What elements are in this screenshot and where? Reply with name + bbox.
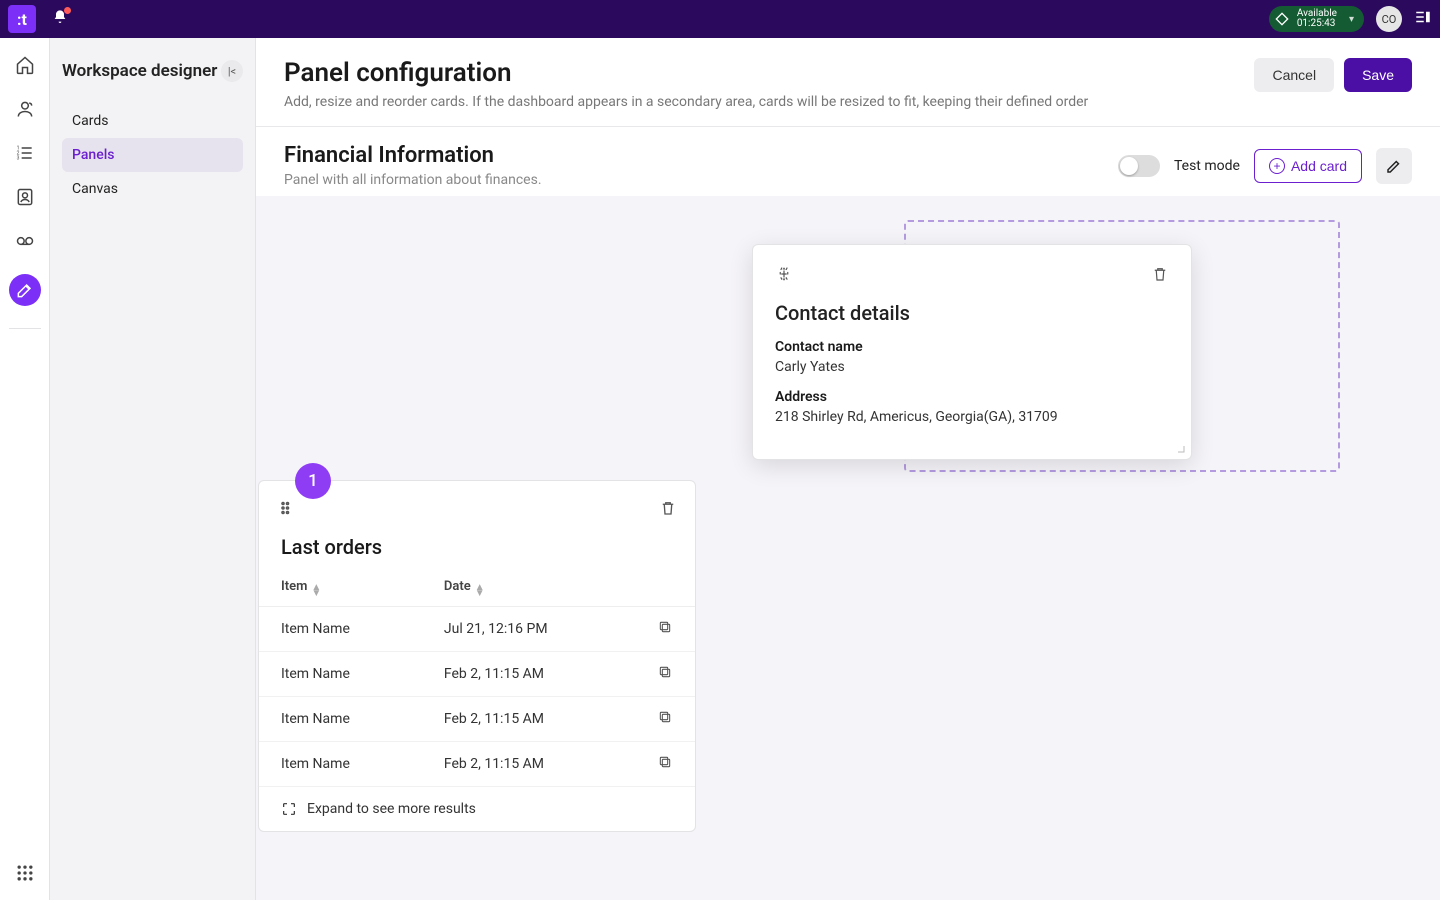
drag-handle-icon[interactable]: [277, 499, 295, 521]
user-avatar[interactable]: CO: [1376, 6, 1402, 32]
save-button[interactable]: Save: [1344, 58, 1412, 92]
apps-grid-icon[interactable]: [14, 862, 36, 884]
status-timer: 01:25:43: [1297, 19, 1337, 29]
status-diamond-icon: [1273, 10, 1291, 28]
copy-row-icon[interactable]: [635, 697, 695, 742]
contact-address-value: 218 Shirley Rd, Americus, Georgia(GA), 3…: [775, 409, 1169, 425]
sidebar-item-cards[interactable]: Cards: [62, 104, 243, 138]
cell-date: Jul 21, 12:16 PM: [422, 607, 635, 652]
home-icon[interactable]: [14, 54, 36, 76]
sidebar-title: Workspace designer: [62, 61, 217, 81]
add-card-button[interactable]: + Add card: [1254, 149, 1362, 183]
sidebar: Workspace designer |< Cards Panels Canva…: [50, 38, 256, 900]
cell-date: Feb 2, 11:15 AM: [422, 652, 635, 697]
contact-address-label: Address: [775, 389, 1169, 405]
last-orders-card[interactable]: 1 Last orders Item▲▼ Date▲▼ Item Name Ju: [258, 480, 696, 832]
col-date[interactable]: Date▲▼: [422, 569, 635, 607]
panel-toggle-icon[interactable]: [1414, 8, 1432, 30]
copy-row-icon[interactable]: [635, 652, 695, 697]
expand-results[interactable]: Expand to see more results: [259, 787, 695, 831]
panel-header: Financial Information Panel with all inf…: [256, 127, 1440, 196]
page-title: Panel configuration: [284, 58, 1088, 88]
nav-rail: 123: [0, 38, 50, 900]
orders-card-title: Last orders: [259, 521, 695, 569]
contact-details-card[interactable]: Contact details Contact name Carly Yates…: [752, 244, 1192, 460]
delete-card-icon[interactable]: [659, 499, 677, 521]
orders-table: Item▲▼ Date▲▼ Item Name Jul 21, 12:16 PM…: [259, 569, 695, 787]
drag-handle-icon[interactable]: [775, 265, 793, 287]
table-row: Item Name Feb 2, 11:15 AM: [259, 742, 695, 787]
layout-canvas: Contact details Contact name Carly Yates…: [256, 196, 1440, 900]
agent-icon[interactable]: [14, 98, 36, 120]
table-row: Item Name Feb 2, 11:15 AM: [259, 697, 695, 742]
table-row: Item Name Jul 21, 12:16 PM: [259, 607, 695, 652]
panel-title: Financial Information: [284, 143, 542, 168]
plus-circle-icon: +: [1269, 158, 1285, 174]
cell-item: Item Name: [259, 742, 422, 787]
svg-text:3: 3: [16, 156, 19, 162]
cell-item: Item Name: [259, 697, 422, 742]
contact-name-label: Contact name: [775, 339, 1169, 355]
app-logo[interactable]: :t: [8, 5, 36, 33]
delete-card-icon[interactable]: [1151, 265, 1169, 287]
expand-label: Expand to see more results: [307, 801, 476, 817]
notifications-icon[interactable]: [52, 9, 68, 29]
sort-icon: ▲▼: [475, 585, 485, 596]
content: Panel configuration Add, resize and reor…: [256, 38, 1440, 900]
rail-divider: [9, 328, 41, 329]
cell-item: Item Name: [259, 652, 422, 697]
availability-status[interactable]: Available 01:25:43 ▾: [1269, 6, 1364, 32]
contact-name-value: Carly Yates: [775, 359, 1169, 375]
table-row: Item Name Feb 2, 11:15 AM: [259, 652, 695, 697]
cell-date: Feb 2, 11:15 AM: [422, 742, 635, 787]
sort-icon: ▲▼: [311, 585, 321, 596]
list-icon[interactable]: 123: [14, 142, 36, 164]
resize-handle-icon[interactable]: [1173, 441, 1185, 453]
cell-item: Item Name: [259, 607, 422, 652]
topbar: :t Available 01:25:43 ▾ CO: [0, 0, 1440, 38]
designer-icon[interactable]: [9, 274, 41, 306]
col-item[interactable]: Item▲▼: [259, 569, 422, 607]
content-header: Panel configuration Add, resize and reor…: [256, 38, 1440, 127]
contacts-icon[interactable]: [14, 186, 36, 208]
sidebar-item-panels[interactable]: Panels: [62, 138, 243, 172]
chevron-down-icon: ▾: [1349, 14, 1354, 25]
page-subtitle: Add, resize and reorder cards. If the da…: [284, 94, 1088, 110]
panel-description: Panel with all information about finance…: [284, 172, 542, 188]
collapse-sidebar-icon[interactable]: |<: [221, 60, 243, 82]
add-card-label: Add card: [1291, 158, 1347, 174]
card-order-badge: 1: [295, 463, 331, 499]
voicemail-icon[interactable]: [14, 230, 36, 252]
edit-panel-button[interactable]: [1376, 148, 1412, 184]
copy-row-icon[interactable]: [635, 742, 695, 787]
test-mode-toggle[interactable]: [1118, 155, 1160, 177]
cell-date: Feb 2, 11:15 AM: [422, 697, 635, 742]
copy-row-icon[interactable]: [635, 607, 695, 652]
contact-card-title: Contact details: [775, 301, 1169, 325]
cancel-button[interactable]: Cancel: [1254, 58, 1334, 92]
test-mode-label: Test mode: [1174, 158, 1240, 174]
sidebar-item-canvas[interactable]: Canvas: [62, 172, 243, 206]
expand-icon: [281, 801, 297, 817]
